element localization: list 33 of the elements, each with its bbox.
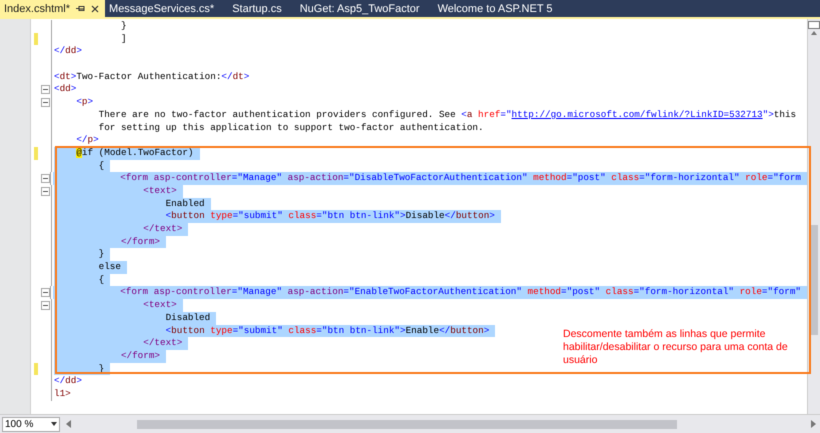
code-link[interactable]: http://go.microsoft.com/fwlink/?LinkID=532713 — [512, 108, 763, 120]
scroll-up-icon[interactable] — [811, 29, 817, 37]
collapse-icon[interactable] — [41, 300, 50, 310]
zoom-dropdown[interactable]: 100 % — [2, 416, 60, 432]
code-line: </dd> — [54, 45, 83, 58]
code-line: <dd> — [54, 83, 78, 96]
code-line: <dt>Two-Factor Authentication:</dt> — [54, 70, 250, 84]
file-tab[interactable]: Startup.cs — [228, 0, 296, 17]
close-icon[interactable] — [91, 4, 100, 12]
code-line: l1> — [54, 388, 72, 401]
collapse-icon[interactable] — [41, 85, 50, 94]
code-line: for setting up this application to support two-factor authentication. — [98, 122, 485, 134]
annotation-note: Descomente também as linhas que permite habilitar/desabilitar o recurso para uma conta de usuário — [563, 328, 789, 367]
split-icon[interactable] — [808, 21, 820, 29]
file-tab[interactable]: Welcome to ASP.NET 5 — [434, 0, 567, 17]
caret-icon — [51, 422, 57, 426]
pin-icon[interactable] — [76, 5, 86, 12]
collapse-icon[interactable] — [41, 98, 50, 107]
collapse-icon[interactable] — [40, 174, 50, 184]
file-tab[interactable]: NuGet: Asp5_TwoFactor — [296, 0, 434, 17]
scroll-right-icon[interactable] — [811, 420, 816, 428]
code-line: } — [120, 20, 128, 33]
scroll-thumb[interactable] — [137, 420, 677, 428]
scroll-left-icon[interactable] — [66, 420, 71, 428]
file-tab[interactable]: MessageServices.cs* — [105, 0, 228, 17]
collapse-icon[interactable] — [40, 288, 50, 298]
code-line: There are no two-factor authentication providers configured. See <a href="http://go.microsoft.com/fwlink/?LinkID=532713">this — [98, 108, 798, 122]
file-tab[interactable]: Index.cshtml* — [0, 0, 106, 17]
code-line: </dd> — [54, 375, 83, 388]
collapse-icon[interactable] — [41, 186, 50, 196]
code-line: ] — [120, 32, 128, 46]
code-line: <p> — [75, 96, 94, 109]
code-line: </p> — [75, 134, 100, 147]
